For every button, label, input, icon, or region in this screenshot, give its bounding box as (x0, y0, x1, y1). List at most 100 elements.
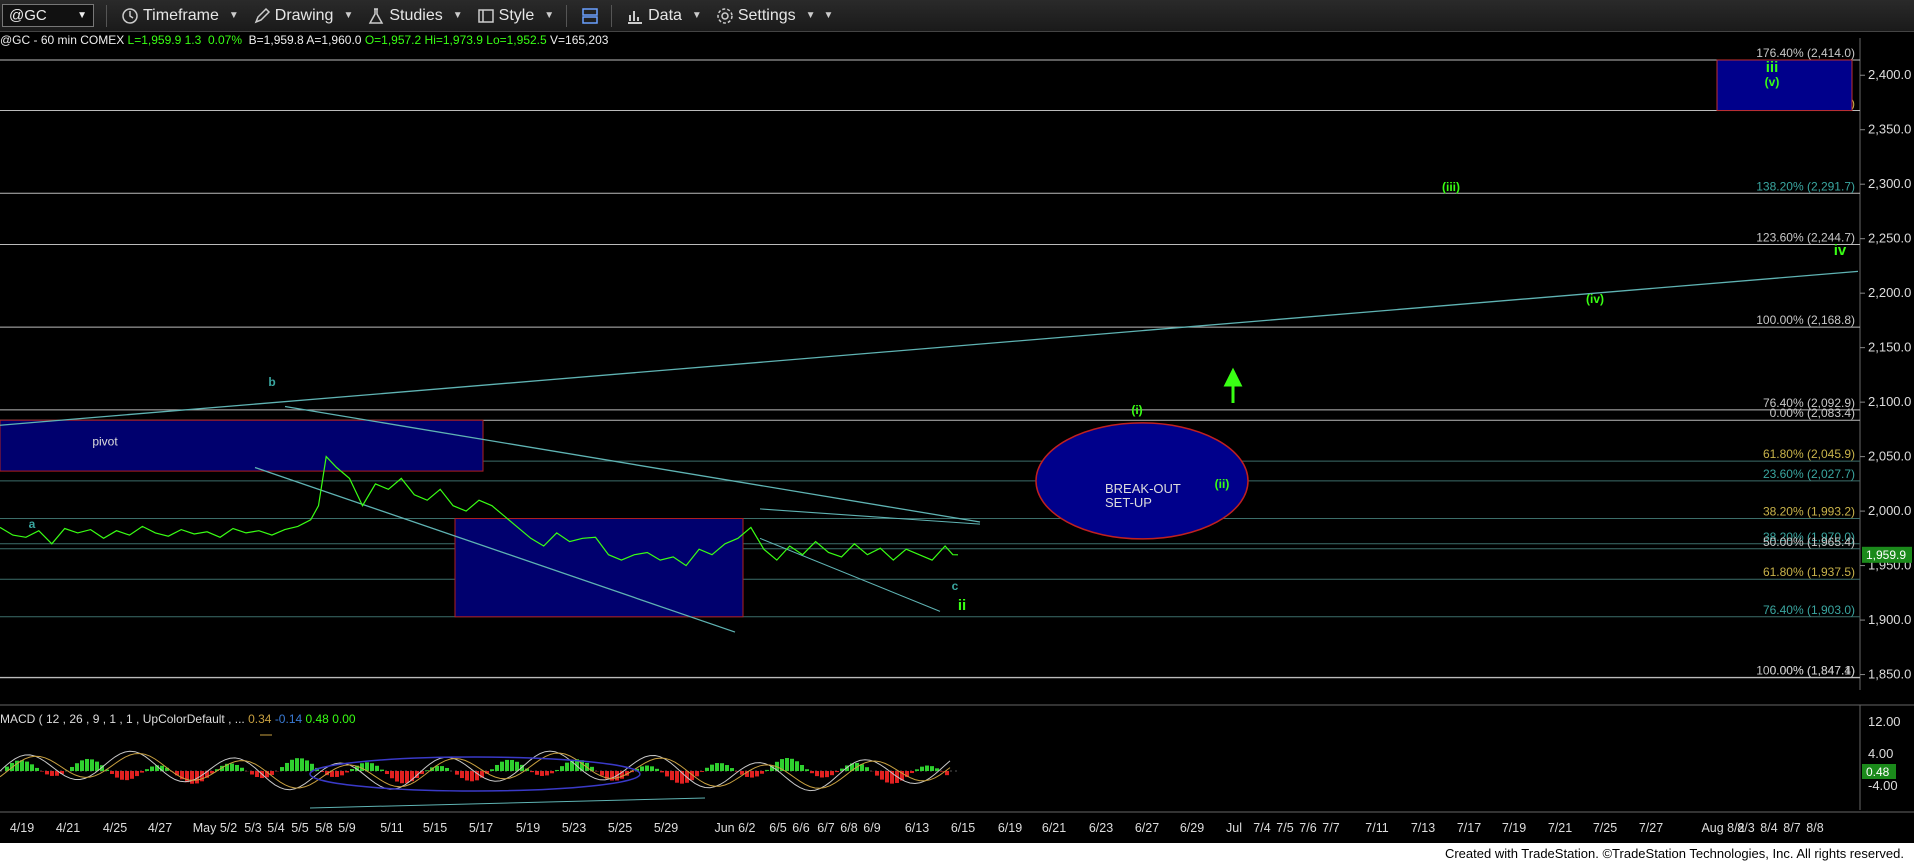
price-tick-label: 2,350.0 (1868, 122, 1911, 137)
macd-histogram-bar (290, 759, 294, 771)
macd-histogram-bar (255, 771, 259, 778)
date-tick-label: 6/6 (792, 821, 809, 835)
macd-histogram-bar (720, 763, 724, 771)
date-tick-label: 7/4 (1253, 821, 1270, 835)
macd-histogram-bar (715, 763, 719, 771)
macd-histogram-bar (675, 771, 679, 783)
macd-histogram-bar (795, 761, 799, 771)
macd-histogram-bar (20, 760, 24, 771)
macd-histogram-bar (810, 771, 814, 774)
macd-histogram-bar (350, 768, 354, 771)
macd-histogram-bar (835, 771, 839, 773)
macd-histogram-bar (510, 759, 514, 771)
fib-level-label: 100.00% (2,168.8) (1756, 313, 1855, 327)
date-tick-label: Jun 6/2 (714, 821, 755, 835)
macd-histogram-bar (190, 771, 194, 784)
date-tick-label: 6/7 (817, 821, 834, 835)
fib-level-label: 61.80% (2,045.9) (1763, 447, 1855, 461)
macd-histogram-bar (555, 769, 559, 771)
date-tick-label: Jul (1226, 821, 1242, 835)
macd-histogram-bar (70, 766, 74, 771)
macd-histogram-bar (145, 769, 149, 771)
macd-histogram-bar (500, 761, 504, 771)
macd-histogram-bar (490, 769, 494, 771)
macd-histogram-bar (660, 771, 664, 773)
date-tick-label: 6/21 (1042, 821, 1066, 835)
macd-histogram-bar (465, 771, 469, 781)
macd-histogram-bar (135, 771, 139, 777)
macd-histogram-bar (445, 767, 449, 771)
wave-label-b: b (268, 375, 275, 389)
date-tick-label: 5/5 (291, 821, 308, 835)
date-tick-label: 7/19 (1502, 821, 1526, 835)
macd-histogram-bar (540, 771, 544, 776)
fib-level-label: 0.00% (2,083.4) (1770, 406, 1855, 420)
price-tick-label: 2,050.0 (1868, 449, 1911, 464)
macd-histogram-bar (45, 771, 49, 775)
macd-histogram-bar (115, 771, 119, 778)
last-price-badge-label: 1,959.9 (1866, 548, 1906, 562)
fib-level-label: 0.00% (1,847.4) (1770, 663, 1855, 677)
date-tick-label: 6/29 (1180, 821, 1204, 835)
macd-histogram-bar (125, 771, 129, 781)
macd-histogram-bar (800, 765, 804, 771)
date-tick-label: 6/19 (998, 821, 1022, 835)
macd-histogram-bar (875, 771, 879, 776)
date-tick-label: 5/4 (267, 821, 284, 835)
date-tick-label: 6/8 (840, 821, 857, 835)
date-tick-label: 6/27 (1135, 821, 1159, 835)
wave-label-a: a (29, 517, 36, 531)
setup-label: SET-UP (1105, 495, 1152, 510)
macd-histogram-bar (610, 771, 614, 781)
macd-histogram-bar (130, 771, 134, 779)
date-tick-label: 4/19 (10, 821, 34, 835)
macd-histogram-bar (645, 765, 649, 771)
date-tick-label: 5/3 (244, 821, 261, 835)
macd-histogram-bar (785, 758, 789, 771)
macd-histogram-bar (545, 771, 549, 776)
macd-histogram-bar (550, 771, 554, 774)
macd-histogram-bar (140, 771, 144, 773)
date-tick-label: 5/29 (654, 821, 678, 835)
macd-histogram-bar (235, 764, 239, 771)
date-tick-label: 5/25 (608, 821, 632, 835)
fib-level-label: 61.80% (1,937.5) (1763, 565, 1855, 579)
wave-label-ii: ii (958, 597, 966, 614)
date-tick-label: 4/25 (103, 821, 127, 835)
price-chart[interactable]: 2,400.0 2,350.0 2,300.0 2,250.0 2,200.0 2,150… (0, 0, 1914, 863)
date-tick-label: 5/17 (469, 821, 493, 835)
macd-histogram-bar (335, 771, 339, 777)
price-tick-label: 2,200.0 (1868, 285, 1911, 300)
macd-histogram-bar (535, 771, 539, 775)
macd-histogram-bar (340, 771, 344, 776)
macd-histogram-bar (750, 771, 754, 778)
macd-histogram-bar (280, 767, 284, 771)
date-tick-label: 7/17 (1457, 821, 1481, 835)
macd-histogram-bar (50, 771, 54, 776)
date-tick-label: 7/11 (1365, 821, 1388, 835)
date-tick-label: 8/4 (1760, 821, 1777, 835)
pivot-label: pivot (92, 435, 118, 449)
fib-level-label: 76.40% (1,903.0) (1763, 603, 1855, 617)
price-tick-label: 2,250.0 (1868, 231, 1911, 246)
fib-level-label: 138.20% (2,291.7) (1756, 179, 1855, 193)
wave-label-iii: (iii) (1442, 180, 1460, 194)
macd-histogram-bar (295, 758, 299, 771)
date-tick-label: 6/23 (1089, 821, 1113, 835)
macd-histogram-bar (565, 762, 569, 771)
macd-histogram-bar (75, 763, 79, 771)
macd-histogram-bar (440, 766, 444, 771)
date-tick-label: 7/21 (1548, 821, 1572, 835)
macd-histogram-bar (820, 771, 824, 778)
macd-histogram-bar (25, 761, 29, 771)
macd-histogram-bar (760, 771, 764, 774)
date-tick-label: 5/23 (562, 821, 586, 835)
macd-histogram-bar (230, 763, 234, 771)
macd-histogram-bar (655, 768, 659, 771)
macd-histogram-bar (910, 771, 914, 774)
macd-histogram-bar (790, 758, 794, 771)
date-tick-label: 7/13 (1411, 821, 1435, 835)
macd-histogram-bar (30, 764, 34, 771)
macd-histogram-bar (700, 771, 704, 772)
macd-histogram-bar (940, 771, 944, 772)
